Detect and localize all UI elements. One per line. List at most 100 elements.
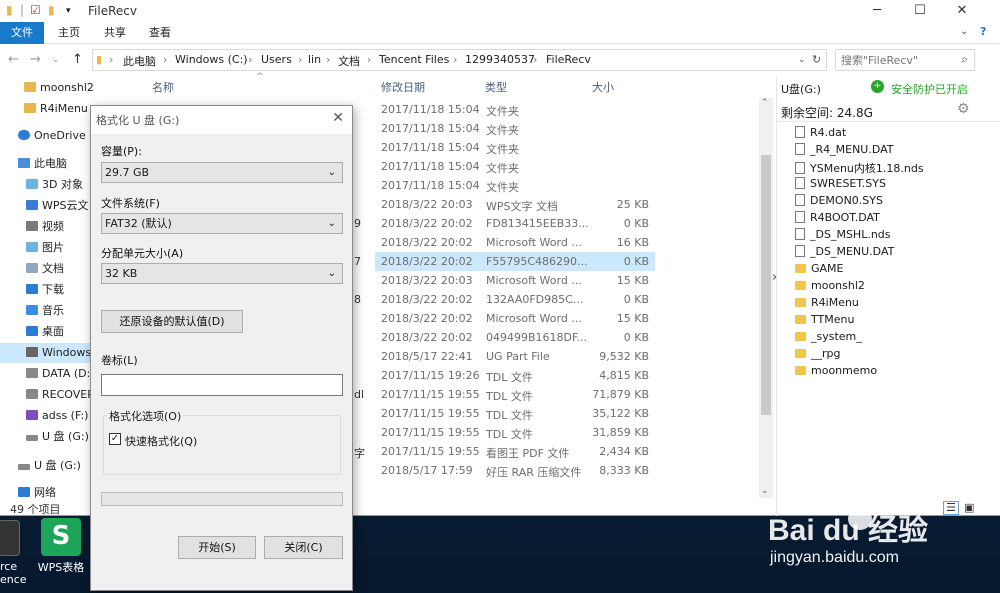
nav-item-pictures[interactable]: 图片 [26, 238, 64, 258]
nav-item-music[interactable]: 音乐 [26, 301, 64, 321]
table-row[interactable]: 2018/5/17 17:59 好压 RAR 压缩文件 8,333 KB [375, 461, 655, 480]
close-icon[interactable]: ✕ [332, 110, 344, 126]
table-row[interactable]: 2018/3/22 20:03 Microsoft Word ... 15 KB [375, 271, 655, 290]
restore-defaults-button[interactable]: 还原设备的默认值(D) [101, 310, 243, 333]
help-icon[interactable]: ? [980, 25, 986, 38]
breadcrumb-windows-c[interactable]: Windows (C:) [175, 53, 248, 66]
table-row[interactable]: 2017/11/15 19:55 TDL 文件 35,122 KB [375, 404, 655, 423]
drive-folder-item[interactable]: moonmemo [795, 364, 877, 381]
new-folder-icon[interactable]: ▮ [48, 3, 55, 19]
scroll-up-icon[interactable]: ⌃ [761, 98, 769, 108]
tab-share[interactable]: 共享 [94, 22, 136, 44]
table-row[interactable]: 2017/11/18 15:04 文件夹 [375, 119, 655, 138]
drive-folder-item[interactable]: TTMenu [795, 313, 854, 330]
nav-item-data-d[interactable]: DATA (D: [26, 364, 90, 384]
nav-item-usb-g-root[interactable]: U 盘 (G:) [18, 456, 81, 476]
nav-item-downloads[interactable]: 下载 [26, 280, 64, 300]
search-box[interactable]: ⌕ [835, 49, 975, 71]
nav-item-documents[interactable]: 文档 [26, 259, 64, 279]
desktop-icon-partial[interactable] [0, 520, 24, 559]
nav-item-this-pc[interactable]: 此电脑 [18, 154, 67, 174]
address-bar[interactable]: ▮ › 此电脑 › Windows (C:) › Users › lin › 文… [92, 49, 827, 71]
table-row[interactable]: 2018/3/22 20:02 132AA0FD985C... 0 KB [375, 290, 655, 309]
tab-home[interactable]: 主页 [48, 22, 90, 44]
table-row[interactable]: 2018/5/17 22:41 UG Part File 9,532 KB [375, 347, 655, 366]
nav-item-r4imenu[interactable]: R4iMenu [24, 99, 88, 119]
gear-icon[interactable]: ⚙ [957, 101, 970, 117]
close-button[interactable]: 关闭(C) [264, 536, 343, 559]
file-list-scrollbar[interactable]: ⌃ ⌄ [759, 98, 773, 498]
nav-item-adss-f[interactable]: adss (F:) [26, 406, 88, 426]
breadcrumb-tencent-files[interactable]: Tencent Files [379, 53, 449, 66]
nav-item-moonshl2[interactable]: moonshl2 [24, 78, 94, 98]
table-row[interactable]: 2018/3/22 20:02 Microsoft Word ... 15 KB [375, 309, 655, 328]
column-header-modified[interactable]: 修改日期 [381, 78, 425, 98]
quick-format-label[interactable]: 快速格式化(Q) [125, 433, 197, 449]
recent-locations-icon[interactable]: ⌄ [52, 55, 60, 65]
nav-item-videos[interactable]: 视频 [26, 217, 64, 237]
column-header-name[interactable]: 名称 [152, 78, 174, 98]
drive-folder-item[interactable]: __rpg [795, 347, 841, 364]
refresh-icon[interactable]: ↻ [812, 53, 821, 66]
close-window-button[interactable]: ✕ [942, 0, 982, 22]
search-input[interactable] [841, 50, 951, 70]
expand-ribbon-icon[interactable]: ⌄ [960, 26, 968, 37]
maximize-button[interactable]: ☐ [900, 0, 940, 22]
forward-arrow-icon[interactable]: → [30, 52, 41, 67]
table-row[interactable]: 2017/11/15 19:55 看图王 PDF 文件 2,434 KB [375, 442, 655, 461]
nav-item-onedrive[interactable]: OneDrive [18, 126, 86, 146]
protection-status[interactable]: 安全防护已开启 [891, 81, 968, 97]
column-header-size[interactable]: 大小 [592, 78, 614, 98]
breadcrumb-users[interactable]: Users [261, 53, 292, 66]
drive-file-item[interactable]: _DS_MSHL.nds [795, 228, 891, 245]
drive-file-item[interactable]: _DS_MENU.DAT [795, 245, 894, 262]
drive-folder-item[interactable]: _system_ [795, 330, 862, 347]
drive-folder-item[interactable]: GAME [795, 262, 844, 279]
volume-label-input[interactable] [101, 374, 343, 396]
table-row[interactable]: 2018/3/22 20:02 F55795C486290... 0 KB [375, 252, 655, 271]
table-row[interactable]: 2017/11/18 15:04 文件夹 [375, 100, 655, 119]
minimize-button[interactable]: ─ [857, 0, 897, 22]
table-row[interactable]: 2017/11/18 15:04 文件夹 [375, 176, 655, 195]
drive-file-item[interactable]: R4BOOT.DAT [795, 211, 880, 228]
scrollbar-thumb[interactable] [761, 155, 771, 415]
table-row[interactable]: 2018/3/22 20:02 049499B1618DF... 0 KB [375, 328, 655, 347]
table-row[interactable]: 2017/11/18 15:04 文件夹 [375, 157, 655, 176]
drive-file-item[interactable]: R4.dat [795, 126, 846, 143]
nav-item-usb-g[interactable]: U 盘 (G:) [26, 427, 89, 447]
drive-file-item[interactable]: _R4_MENU.DAT [795, 143, 894, 160]
breadcrumb-documents[interactable]: 文档 [338, 53, 360, 69]
column-header-type[interactable]: 类型 [485, 78, 507, 98]
tab-file[interactable]: 文件 [0, 22, 44, 44]
search-icon[interactable]: ⌕ [961, 52, 968, 67]
table-row[interactable]: 2017/11/15 19:55 TDL 文件 31,859 KB [375, 423, 655, 442]
table-row[interactable]: 2017/11/18 15:04 文件夹 [375, 138, 655, 157]
quick-format-checkbox[interactable]: ✓ [109, 433, 121, 445]
drive-file-item[interactable]: YSMenu内核1.18.nds [795, 160, 924, 177]
breadcrumb-lin[interactable]: lin [308, 53, 321, 66]
drive-folder-item[interactable]: moonshl2 [795, 279, 865, 296]
desktop-icon-wps-spreadsheet[interactable]: S WPS表格 [28, 518, 94, 575]
back-arrow-icon[interactable]: ← [8, 52, 19, 67]
nav-item-wps-cloud[interactable]: WPS云文 [26, 196, 89, 216]
table-row[interactable]: 2017/11/15 19:26 TDL 文件 4,815 KB [375, 366, 655, 385]
drive-file-item[interactable]: SWRESET.SYS [795, 177, 886, 194]
customize-toolbar-icon[interactable]: ▾ [66, 6, 71, 22]
capacity-select[interactable]: 29.7 GB ⌄ [101, 162, 343, 183]
nav-item-desktop[interactable]: 桌面 [26, 322, 64, 342]
filesystem-select[interactable]: FAT32 (默认) ⌄ [101, 213, 343, 234]
table-row[interactable]: 2017/11/15 19:55 TDL 文件 71,879 KB [375, 385, 655, 404]
tab-view[interactable]: 查看 [139, 22, 181, 44]
drive-file-item[interactable]: DEMON0.SYS [795, 194, 883, 211]
nav-item-recovery[interactable]: RECOVER [26, 385, 95, 405]
properties-icon[interactable]: ☑ [30, 3, 41, 19]
breadcrumb-qq-number[interactable]: 1299340537 [465, 53, 535, 66]
nav-item-3d-objects[interactable]: 3D 对象 [26, 175, 83, 195]
up-arrow-icon[interactable]: ↑ [72, 52, 83, 67]
table-row[interactable]: 2018/3/22 20:02 FD813415EEB33... 0 KB [375, 214, 655, 233]
drive-folder-item[interactable]: R4iMenu [795, 296, 859, 313]
breadcrumb-filerecv[interactable]: FileRecv [546, 53, 591, 66]
start-button[interactable]: 开始(S) [178, 536, 256, 559]
table-row[interactable]: 2018/3/22 20:03 WPS文字 文档 25 KB [375, 195, 655, 214]
breadcrumb-this-pc[interactable]: 此电脑 [123, 53, 156, 69]
